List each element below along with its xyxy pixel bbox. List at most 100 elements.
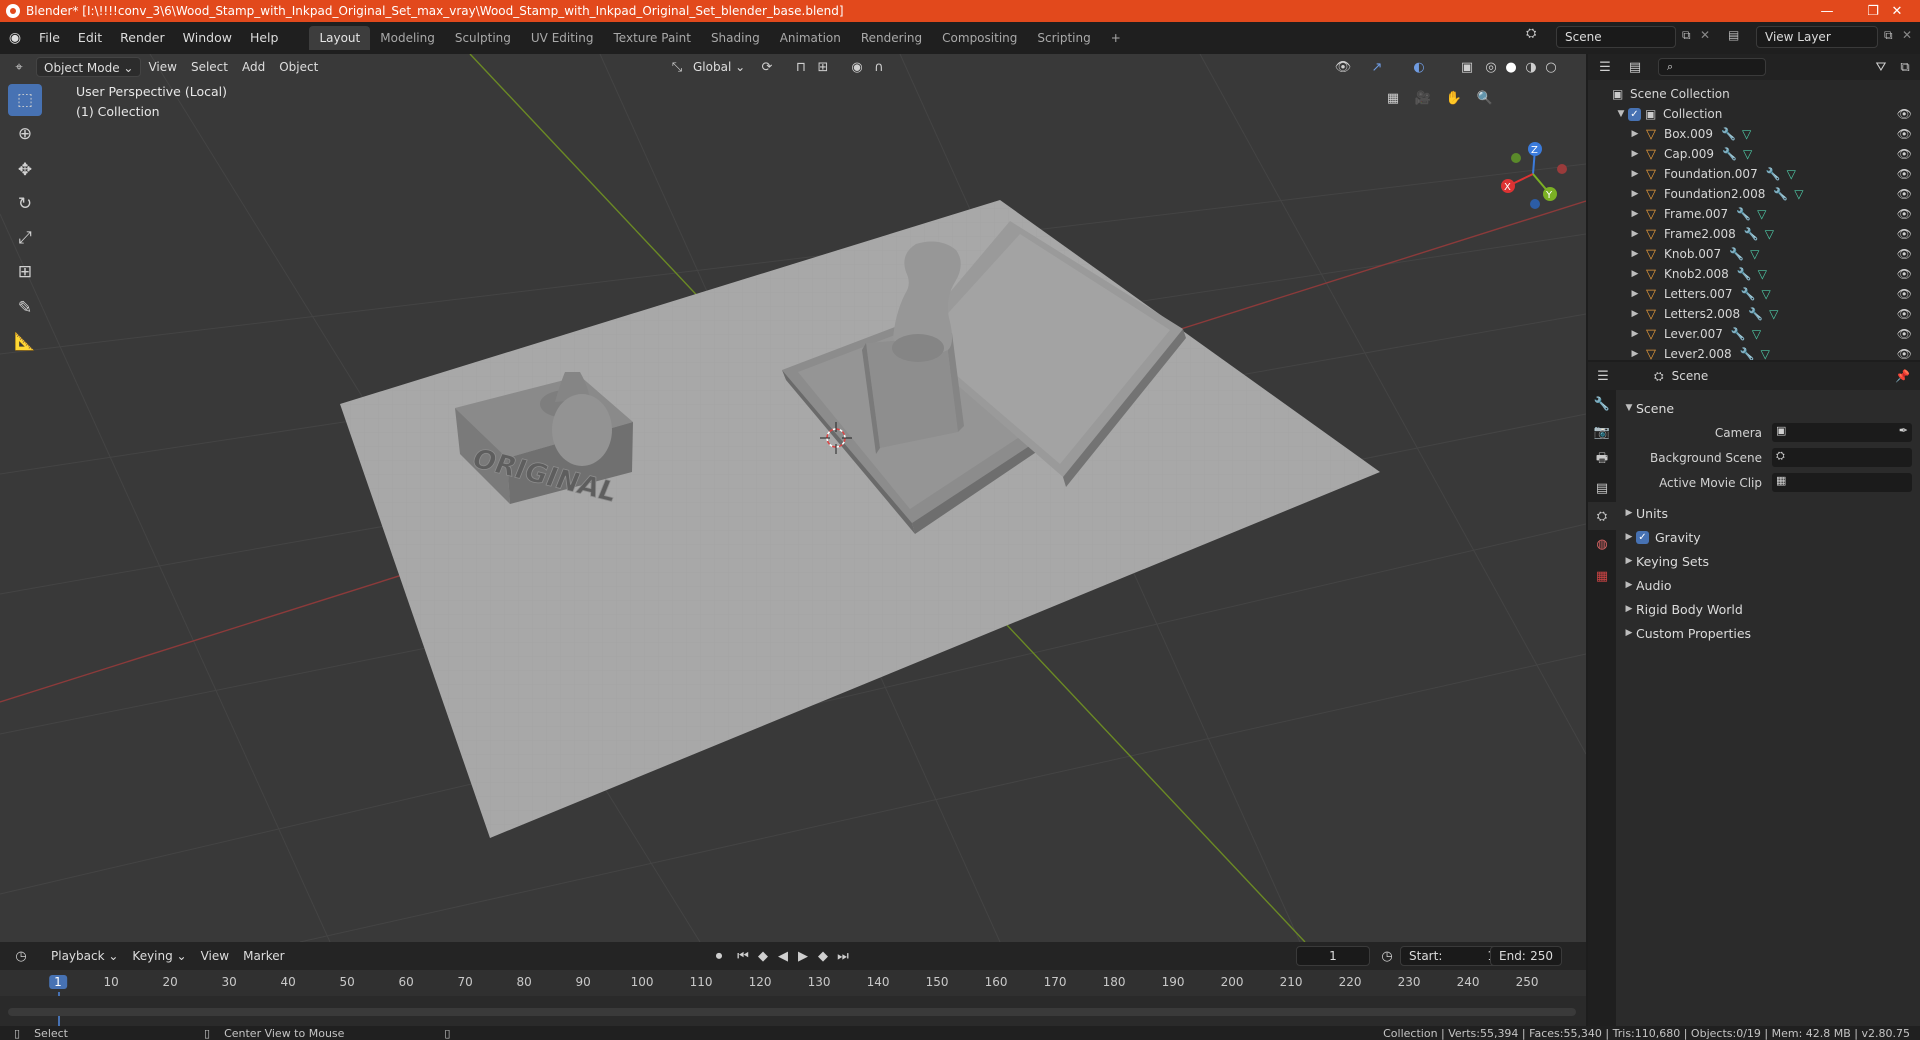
world-tab-icon[interactable]: ◍ <box>1588 530 1616 558</box>
mesh-data-icon[interactable]: ▽ <box>1752 327 1761 341</box>
rendered-shading-icon[interactable]: ○ <box>1540 57 1562 77</box>
modifier-icon[interactable]: 🔧 <box>1731 327 1746 341</box>
outliner-object-row[interactable]: ▶ ▽ Letters.007 🔧 ▽ 👁 <box>1588 284 1920 304</box>
scene-field[interactable]: Scene <box>1556 26 1676 48</box>
move-tool-icon[interactable]: ✥ <box>8 154 42 186</box>
view-layer-field[interactable]: View Layer <box>1756 26 1878 48</box>
scene-tab-icon[interactable]: ⛭ <box>1588 502 1616 530</box>
measure-tool-icon[interactable]: 📐 <box>8 326 42 358</box>
outliner-object-row[interactable]: ▶ ▽ Foundation2.008 🔧 ▽ 👁 <box>1588 184 1920 204</box>
current-frame-field[interactable]: 1 <box>1296 946 1370 966</box>
outliner-object-row[interactable]: ▶ ▽ Knob2.008 🔧 ▽ 👁 <box>1588 264 1920 284</box>
collection-checkbox[interactable]: ✓ <box>1628 107 1641 121</box>
viewport-menu-object[interactable]: Object <box>272 57 325 77</box>
proportional-edit-icon[interactable]: ◉ <box>846 57 868 77</box>
snap-icon[interactable]: ⊓ <box>790 57 812 77</box>
texture-tab-icon[interactable]: ▦ <box>1588 562 1616 590</box>
tab-animation[interactable]: Animation <box>770 26 851 50</box>
new-collection-icon[interactable]: ⧉ <box>1894 57 1916 77</box>
transform-orientation-dropdown[interactable]: Global ⌄ <box>686 57 752 77</box>
rigid-body-world-panel[interactable]: ▶ Rigid Body World <box>1622 597 1914 621</box>
menu-file[interactable]: File <box>30 26 69 50</box>
outliner-object-row[interactable]: ▶ ▽ Box.009 🔧 ▽ 👁 <box>1588 124 1920 144</box>
tab-compositing[interactable]: Compositing <box>932 26 1027 50</box>
collapse-icon[interactable]: ▼ <box>1614 109 1628 119</box>
mesh-data-icon[interactable]: ▽ <box>1794 187 1803 201</box>
viewport-menu-add[interactable]: Add <box>235 57 272 77</box>
timeline-track-area[interactable] <box>0 996 1586 1008</box>
rotate-tool-icon[interactable]: ↻ <box>8 188 42 220</box>
expand-icon[interactable]: ▶ <box>1628 289 1642 299</box>
viewport-menu-view[interactable]: View <box>141 57 183 77</box>
menu-window[interactable]: Window <box>174 26 241 50</box>
outliner-object-row[interactable]: ▶ ▽ Lever.007 🔧 ▽ 👁 <box>1588 324 1920 344</box>
tab-scripting[interactable]: Scripting <box>1027 26 1100 50</box>
timeline-menu-marker[interactable]: Marker <box>236 946 291 966</box>
wireframe-shading-icon[interactable]: ◎ <box>1480 57 1502 77</box>
visibility-eye-icon[interactable]: 👁 <box>1897 107 1912 121</box>
modifier-icon[interactable]: 🔧 <box>1773 187 1788 201</box>
xray-icon[interactable]: ▣ <box>1456 57 1478 77</box>
outliner-editor-type-icon[interactable]: ☰ <box>1594 57 1616 77</box>
visibility-eye-icon[interactable]: 👁 <box>1897 307 1912 321</box>
viewport-menu-select[interactable]: Select <box>184 57 235 77</box>
modifier-icon[interactable]: 🔧 <box>1737 267 1752 281</box>
visibility-eye-icon[interactable]: 👁 <box>1897 147 1912 161</box>
pan-view-icon[interactable]: ✋ <box>1443 88 1465 108</box>
3d-viewport[interactable]: ORIGINAL Z X Y ⌖ Object Mode ⌄ View Sele… <box>0 54 1586 942</box>
falloff-icon[interactable]: ∩ <box>868 57 890 77</box>
mesh-data-icon[interactable]: ▽ <box>1743 147 1752 161</box>
end-frame-field[interactable]: End: 250 <box>1490 946 1562 966</box>
mesh-data-icon[interactable]: ▽ <box>1762 287 1771 301</box>
timeline-editor-type-icon[interactable]: ◷ <box>10 946 32 966</box>
properties-editor-type-icon[interactable]: ☰ <box>1592 366 1614 386</box>
tab-layout[interactable]: Layout <box>309 26 371 50</box>
tab-shading[interactable]: Shading <box>701 26 770 50</box>
material-shading-icon[interactable]: ◑ <box>1520 57 1542 77</box>
solid-shading-icon[interactable]: ● <box>1500 57 1522 77</box>
playhead-frame-indicator[interactable]: 1 <box>49 975 67 989</box>
visibility-eye-icon[interactable]: 👁 <box>1897 207 1912 221</box>
expand-icon[interactable]: ▶ <box>1628 129 1642 139</box>
visibility-eye-icon[interactable]: 👁 <box>1897 127 1912 141</box>
timeline-ruler[interactable]: 1 10 20 30 40 50 60 70 80 90 100 110 120 130 140 150 160… <box>0 970 1586 1030</box>
modifier-icon[interactable]: 🔧 <box>1729 247 1744 261</box>
modifier-icon[interactable]: 🔧 <box>1748 307 1763 321</box>
outliner-object-row[interactable]: ▶ ▽ Cap.009 🔧 ▽ 👁 <box>1588 144 1920 164</box>
overlays-icon[interactable]: ◐ <box>1408 57 1430 77</box>
visibility-eye-icon[interactable]: 👁 <box>1897 187 1912 201</box>
outliner-object-row[interactable]: ▶ ▽ Foundation.007 🔧 ▽ 👁 <box>1588 164 1920 184</box>
prev-keyframe-icon[interactable]: ◆ <box>752 946 774 966</box>
outliner-object-row[interactable]: ▶ ▽ Frame.007 🔧 ▽ 👁 <box>1588 204 1920 224</box>
background-scene-field[interactable]: ⛭ <box>1772 448 1912 467</box>
blender-menu-icon[interactable]: ◉ <box>0 30 30 46</box>
expand-icon[interactable]: ▶ <box>1628 209 1642 219</box>
modifier-icon[interactable]: 🔧 <box>1766 167 1781 181</box>
snap-target-icon[interactable]: ⊞ <box>812 57 834 77</box>
zoom-view-icon[interactable]: 🔍 <box>1474 88 1496 108</box>
cursor-tool-icon[interactable]: ⊕ <box>8 118 42 150</box>
expand-icon[interactable]: ▶ <box>1628 149 1642 159</box>
preview-range-icon[interactable]: ◷ <box>1376 946 1398 966</box>
keying-sets-panel[interactable]: ▶ Keying Sets <box>1622 549 1914 573</box>
outliner-search-input[interactable]: ⌕ <box>1658 58 1766 76</box>
output-tab-icon[interactable]: 🖶 <box>1588 446 1616 474</box>
editor-type-icon[interactable]: ⌖ <box>8 57 30 77</box>
delete-scene-icon[interactable]: ✕ <box>1700 28 1710 42</box>
visibility-eye-icon[interactable]: 👁 <box>1897 247 1912 261</box>
mesh-data-icon[interactable]: ▽ <box>1758 267 1767 281</box>
visibility-eye-icon[interactable]: 👁 <box>1897 227 1912 241</box>
play-reverse-icon[interactable]: ◀ <box>772 946 794 966</box>
scene-section-header[interactable]: ▼ Scene <box>1622 396 1914 420</box>
jump-end-icon[interactable]: ⏭ <box>832 946 854 966</box>
units-panel[interactable]: ▶ Units <box>1622 501 1914 525</box>
add-workspace-button[interactable]: + <box>1101 26 1131 50</box>
eyedropper-icon[interactable]: ✒ <box>1899 424 1908 437</box>
timeline-scrollbar[interactable] <box>8 1008 1576 1016</box>
modifier-icon[interactable]: 🔧 <box>1740 347 1755 360</box>
gizmo-toggle-icon[interactable]: ↗ <box>1366 57 1388 77</box>
expand-icon[interactable]: ▶ <box>1628 249 1642 259</box>
timeline-menu-view[interactable]: View <box>194 946 236 966</box>
object-mode-dropdown[interactable]: Object Mode ⌄ <box>36 57 142 77</box>
modifier-icon[interactable]: 🔧 <box>1736 207 1751 221</box>
